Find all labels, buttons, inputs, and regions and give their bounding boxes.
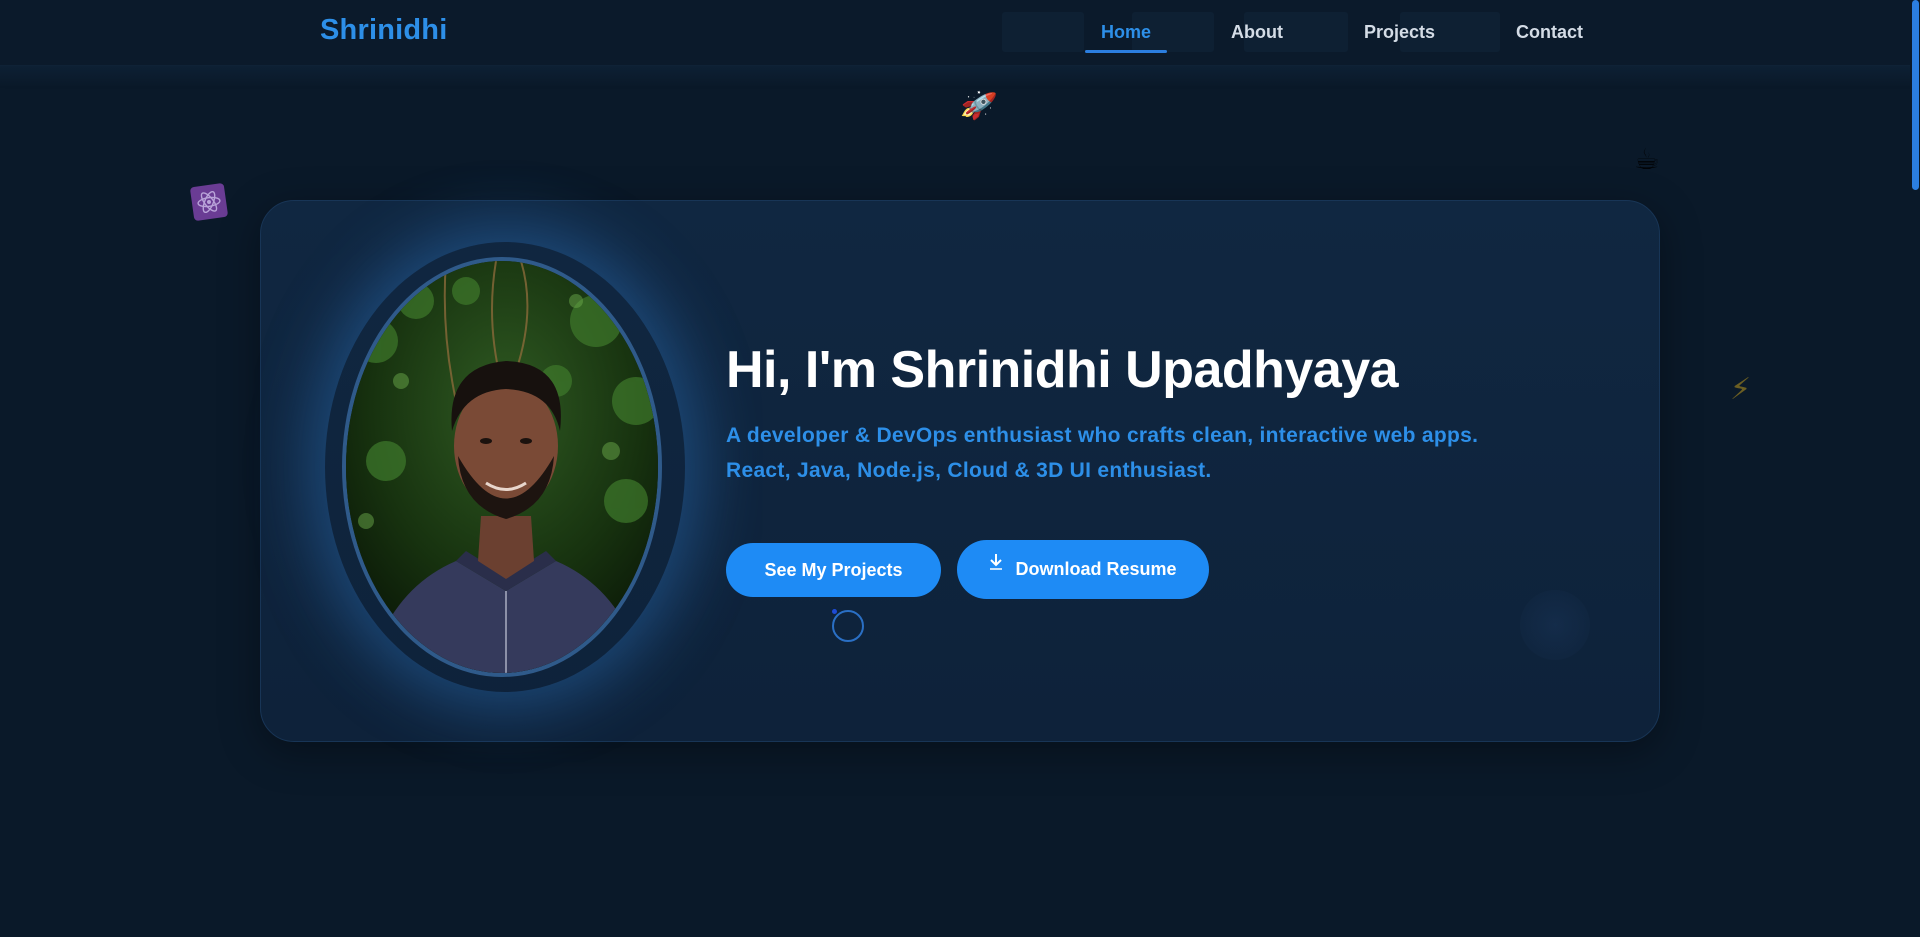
cursor-ring: [832, 610, 864, 642]
download-icon: [989, 553, 1003, 576]
download-resume-button[interactable]: Download Resume: [957, 540, 1209, 599]
scrollbar-thumb[interactable]: [1912, 0, 1919, 190]
profile-photo: [342, 257, 662, 677]
hero-subtitle: A developer & DevOps enthusiast who craf…: [726, 418, 1606, 488]
navbar: Shrinidhi Home About Projects Contact: [0, 0, 1920, 66]
decorative-blob: [1520, 590, 1590, 660]
lightning-icon: ⚡: [1730, 373, 1752, 406]
active-nav-indicator: [1085, 50, 1167, 53]
nav-link-projects[interactable]: Projects: [1364, 22, 1435, 43]
hero-subtitle-line: React, Java, Node.js, Cloud & 3D UI enth…: [726, 459, 1212, 482]
navbar-shadow: [0, 66, 1920, 86]
cursor-dot: [832, 609, 837, 614]
react-icon: [189, 182, 229, 222]
nav-link-contact[interactable]: Contact: [1516, 22, 1583, 43]
hero-subtitle-line: A developer & DevOps enthusiast who craf…: [726, 424, 1479, 447]
see-projects-button[interactable]: See My Projects: [726, 543, 941, 597]
nav-link-home[interactable]: Home: [1101, 22, 1151, 43]
coffee-icon: ☕: [1634, 144, 1660, 176]
hero-title: Hi, I'm Shrinidhi Upadhyaya: [726, 341, 1399, 399]
see-projects-label: See My Projects: [764, 559, 903, 580]
rocket-icon: 🚀: [958, 87, 999, 124]
download-resume-label: Download Resume: [1015, 559, 1177, 579]
nav-hover-bg: [1002, 12, 1084, 52]
profile-photo-illustration: [346, 261, 658, 673]
nav-link-about[interactable]: About: [1231, 22, 1283, 43]
brand-logo[interactable]: Shrinidhi: [320, 14, 447, 47]
